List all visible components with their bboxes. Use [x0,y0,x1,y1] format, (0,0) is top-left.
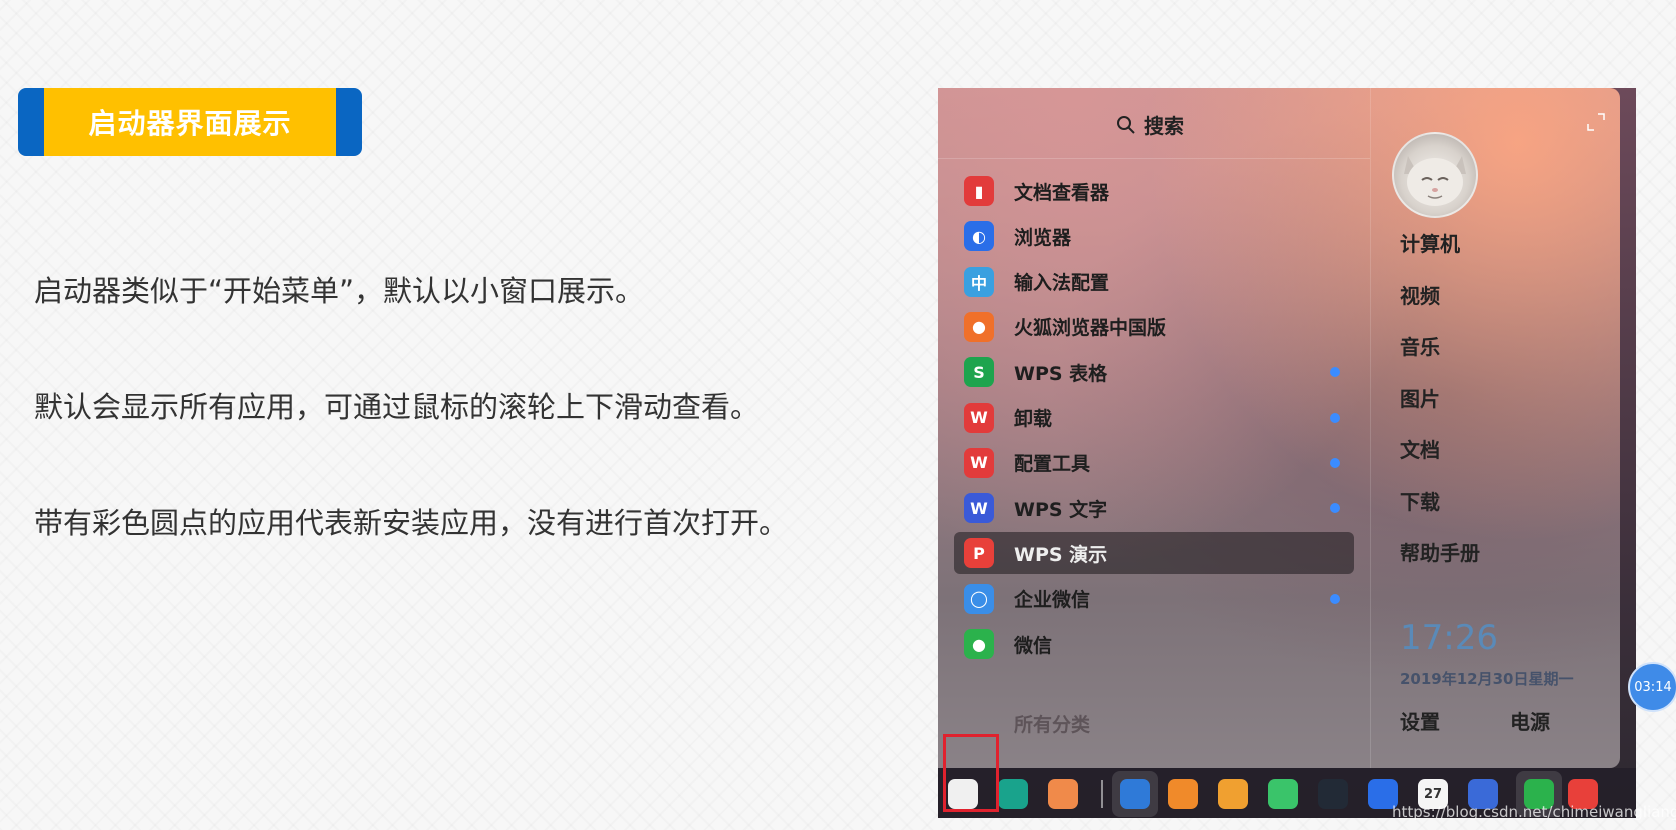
cat-avatar-image [1404,156,1466,206]
window-mode-icon [1048,779,1078,809]
app-label: WPS 文字 [1014,498,1108,521]
app-item[interactable]: ● 微信 [954,623,1354,665]
search-box[interactable]: 搜索 [1116,110,1184,139]
app-item[interactable]: 中输入法配置 [954,261,1354,303]
place-item[interactable]: 文档 [1400,434,1440,463]
dock-multitask-view-icon[interactable] [996,777,1030,811]
settings-button[interactable]: 设置 [1400,706,1440,735]
new-app-dot [1330,367,1340,378]
file-manager-icon [1120,779,1150,809]
app-item[interactable]: P WPS 演示 [954,532,1354,575]
music-icon [1268,779,1298,809]
launcher-screenshot: 搜索 ▮ 文档查看器 ◐ 浏览器中输入法配置 ● 火狐浏览器中国版 S WPS 表格 W 卸载 W 配… [938,88,1636,818]
place-item[interactable]: 计算机 [1400,228,1460,257]
banner-center: 启动器界面展示 [44,88,336,156]
app-item[interactable]: ● 火狐浏览器中国版 [954,306,1354,348]
recording-timer: 03:14 [1628,662,1676,712]
search-divider [938,158,1370,159]
place-item[interactable]: 图片 [1400,383,1440,412]
video-player-icon [1318,779,1348,809]
document-viewer-icon: ▮ [964,176,994,206]
place-item[interactable]: 视频 [1400,280,1440,309]
dock-app-store-icon[interactable] [1166,777,1200,811]
image-viewer-icon [1218,779,1248,809]
clock-time: 17:26 [1400,618,1498,658]
app-store-icon [1168,779,1198,809]
wps-writer-icon: W [964,493,994,524]
app-label: 文档查看器 [1014,181,1110,204]
wps-uninstall-icon: W [964,402,994,433]
place-item[interactable]: 音乐 [1400,331,1440,360]
multitask-view-icon [998,779,1028,809]
title-banner: 启动器界面展示 [18,88,362,156]
wps-presentation-icon: P [964,538,994,569]
paragraph-3: 带有彩色圆点的应用代表新安装应用，没有进行首次打开。 [34,506,789,540]
dock-music-icon[interactable] [1266,777,1300,811]
app-item[interactable]: ◯ 企业微信 [954,578,1354,620]
app-label: 输入法配置 [1014,272,1110,295]
search-label: 搜索 [1144,114,1184,138]
app-label: 火狐浏览器中国版 [1014,317,1167,340]
app-label: 浏览器 [1014,226,1072,249]
dock-video-player-icon[interactable] [1316,777,1350,811]
app-label: WPS 演示 [1014,543,1108,566]
launcher-window: 搜索 ▮ 文档查看器 ◐ 浏览器中输入法配置 ● 火狐浏览器中国版 S WPS 表格 W 卸载 W 配… [938,88,1620,768]
search-icon [1117,115,1135,134]
slide-title: 启动器界面展示 [88,107,292,140]
app-item[interactable]: W 卸载 [954,397,1354,439]
wechat-icon: ● [964,629,994,659]
app-label: 企业微信 [1014,589,1091,612]
banner-left-accent [18,88,44,156]
app-item[interactable]: ◐ 浏览器 [954,215,1354,257]
app-label: 配置工具 [1014,453,1091,476]
new-app-dot [1330,593,1340,604]
wps-spreadsheet-icon: S [964,357,994,388]
dock-file-manager-icon[interactable] [1112,771,1158,817]
app-item[interactable]: W 配置工具 [954,442,1354,484]
app-label: 微信 [1014,634,1053,657]
wps-config-icon: W [964,447,994,478]
app-item[interactable]: W WPS 文字 [954,487,1354,529]
dock-image-viewer-icon[interactable] [1216,777,1250,811]
input-method-icon: 中 [964,266,994,297]
place-item[interactable]: 下载 [1400,486,1440,515]
user-avatar[interactable] [1392,132,1478,218]
new-app-dot [1330,457,1340,468]
banner-right-accent [336,88,362,156]
dock-window-mode-icon[interactable] [1046,777,1080,811]
browser-icon: ◐ [964,221,994,252]
app-item[interactable]: S WPS 表格 [954,351,1354,393]
paragraph-1: 启动器类似于“开始菜单”，默认以小窗口展示。 [34,274,645,308]
launcher-highlight-box [943,734,999,812]
column-divider [1370,88,1371,768]
app-label: 卸载 [1014,408,1053,430]
dock-separator [1101,780,1103,808]
new-app-dot [1330,412,1340,423]
clock-date: 2019年12月30日星期一 [1400,670,1574,688]
place-item[interactable]: 帮助手册 [1400,537,1480,566]
fullscreen-icon[interactable] [1586,112,1606,132]
firefox-icon: ● [964,311,994,342]
paragraph-2: 默认会显示所有应用，可通过鼠标的滚轮上下滑动查看。 [34,390,760,424]
app-label: WPS 表格 [1014,362,1108,385]
watermark-url: https://blog.csdn.net/chimeiwangliang2 [1392,803,1676,821]
new-app-dot [1330,503,1340,514]
all-categories-button[interactable]: 所有分类 [1014,710,1090,737]
power-button[interactable]: 电源 [1510,706,1550,735]
app-item[interactable]: ▮ 文档查看器 [954,170,1354,212]
wecom-icon: ◯ [964,583,994,614]
